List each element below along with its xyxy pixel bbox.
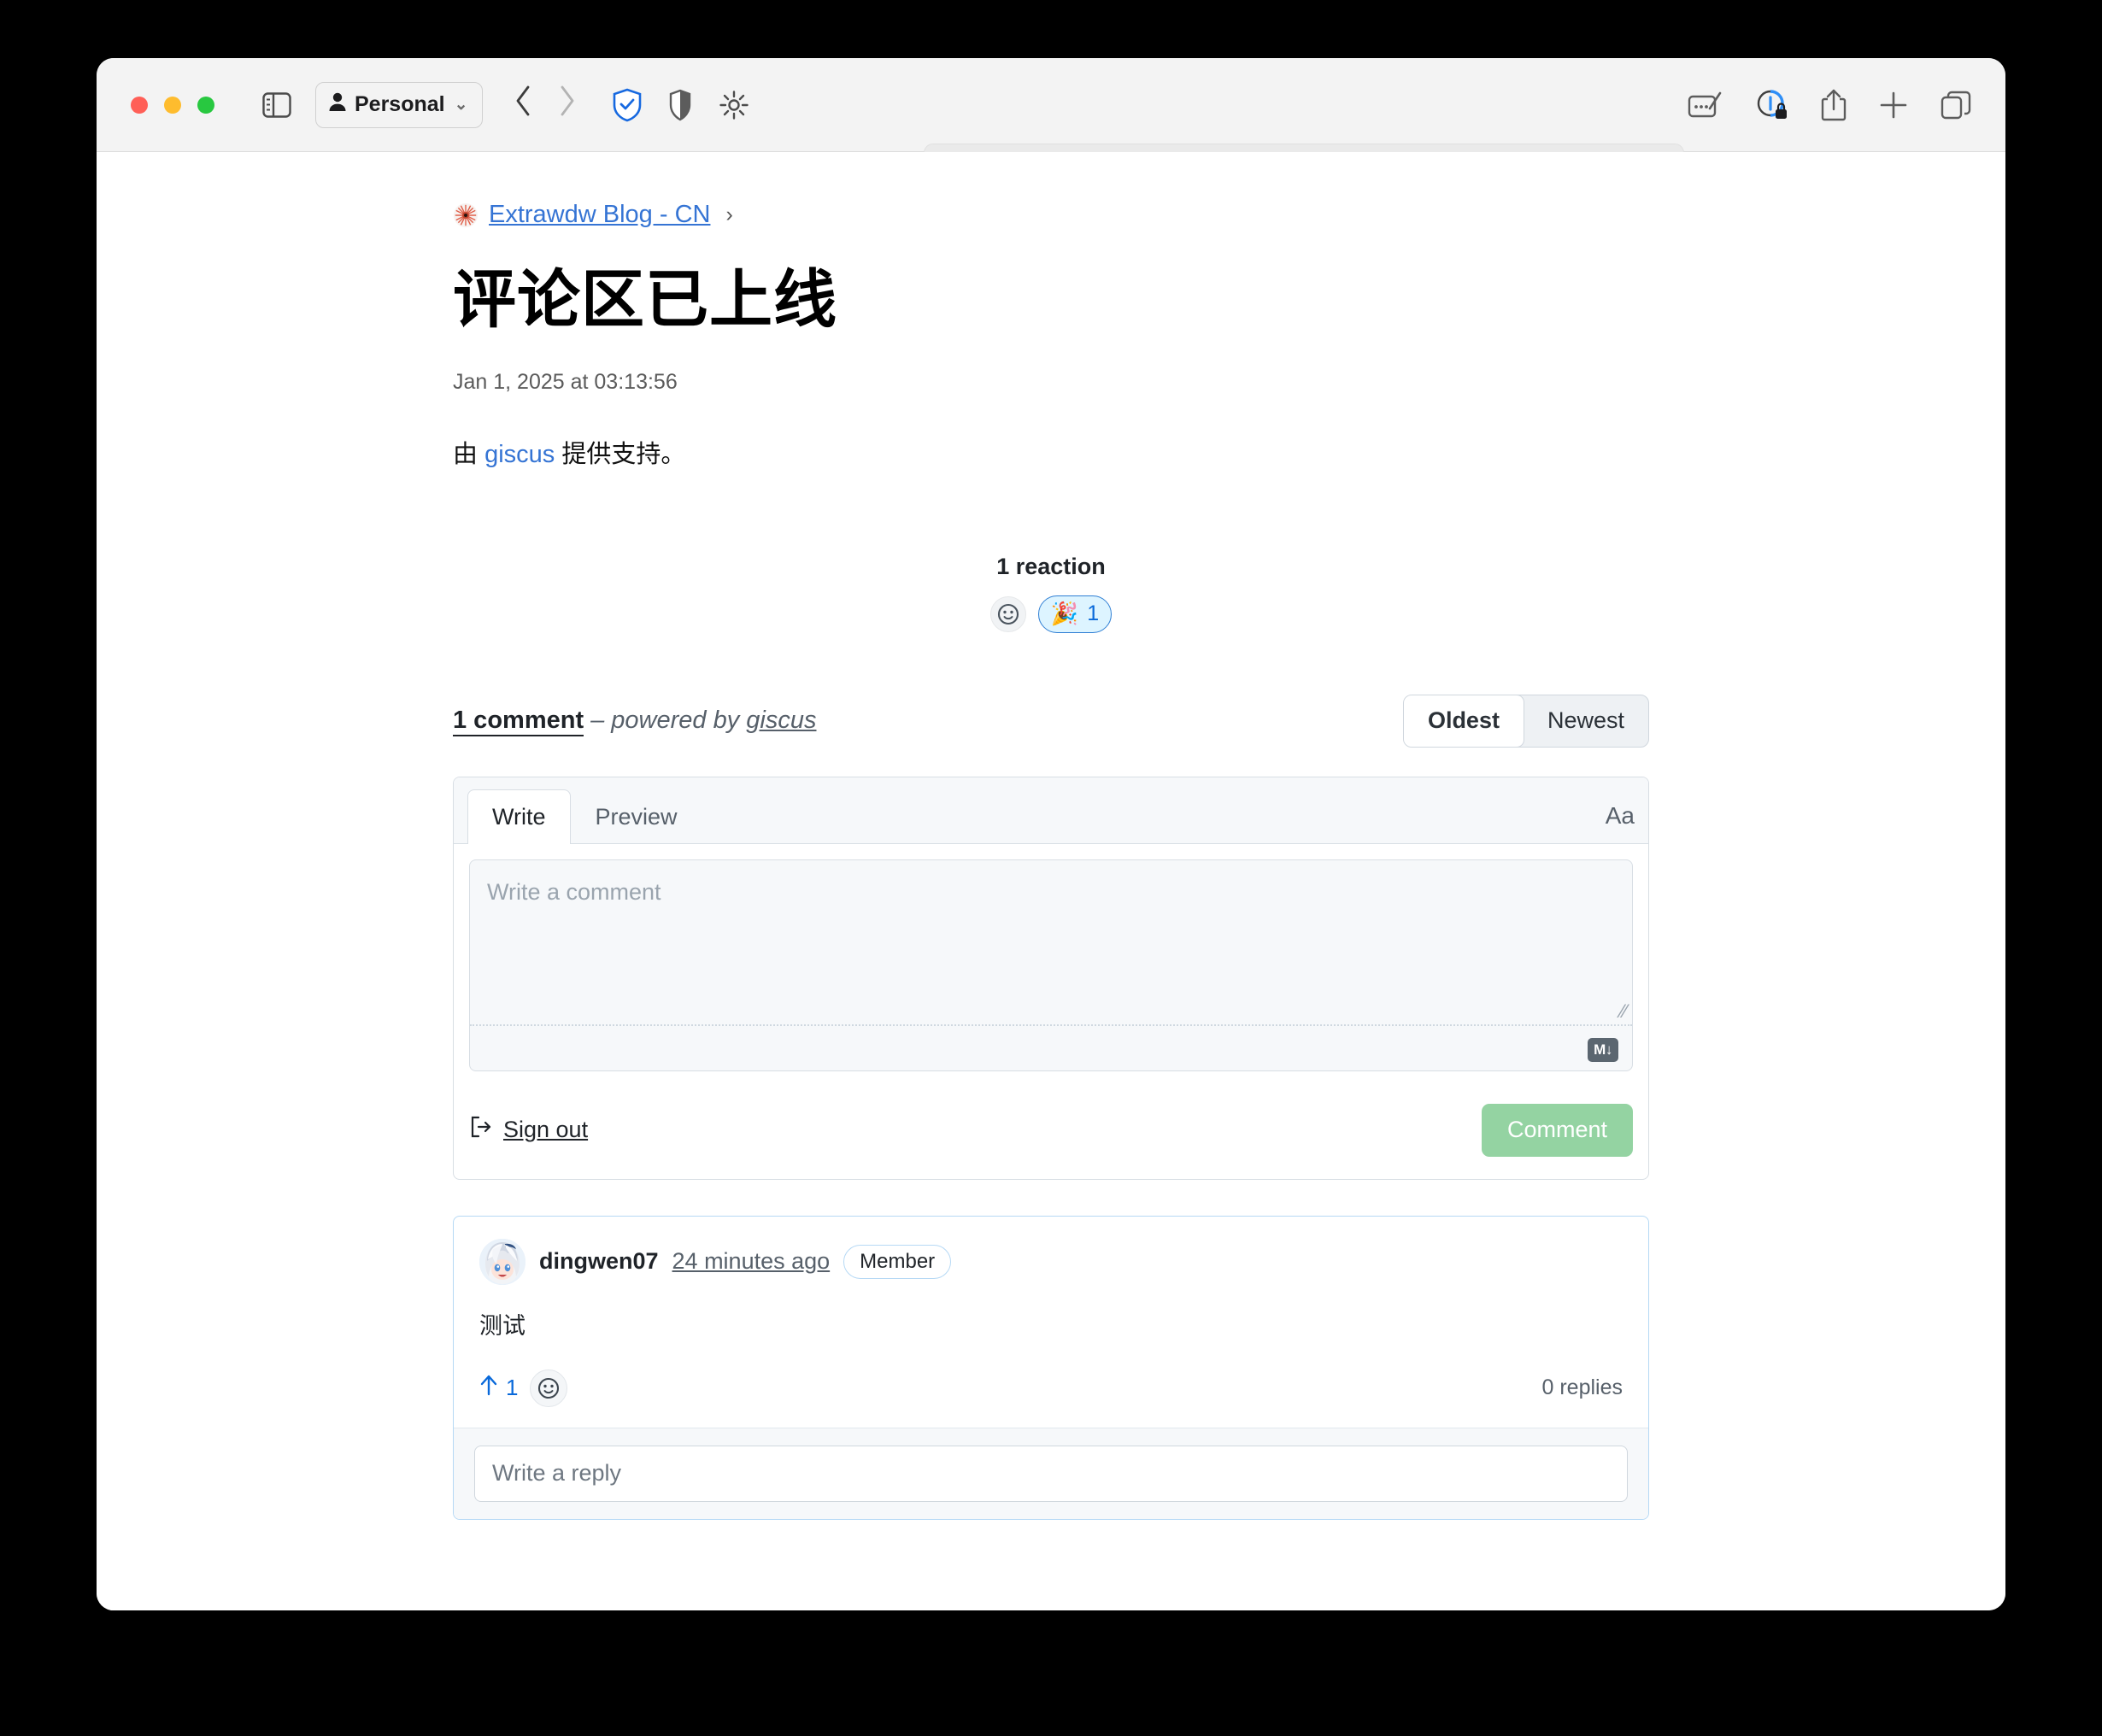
profile-switcher-button[interactable]: Personal ⌄ xyxy=(315,82,483,128)
page-content: Extrawdw Blog - CN › 评论区已上线 Jan 1, 2025 … xyxy=(453,152,1649,1520)
comment-timestamp[interactable]: 24 minutes ago xyxy=(672,1248,831,1275)
replies-count-label: 0 replies xyxy=(1542,1375,1623,1400)
reply-input[interactable]: Write a reply xyxy=(474,1446,1628,1502)
powered-suffix: 提供支持。 xyxy=(555,441,685,468)
comment-header: dingwen07 24 minutes ago Member xyxy=(479,1239,1623,1285)
sign-out-label: Sign out xyxy=(503,1117,588,1143)
back-arrow-icon[interactable] xyxy=(514,85,532,125)
upvote-button[interactable]: 1 xyxy=(479,1374,518,1402)
extension-icons xyxy=(613,88,749,122)
site-favicon-icon xyxy=(453,202,479,228)
reaction-pill-tada[interactable]: 🎉 1 xyxy=(1038,595,1112,633)
submit-comment-button[interactable]: Comment xyxy=(1482,1104,1633,1157)
tab-overview-icon[interactable] xyxy=(1941,91,1971,120)
comments-count-label[interactable]: 1 comment xyxy=(453,707,584,736)
comment-footer: 1 0 replies xyxy=(479,1369,1623,1407)
format-toolbar-toggle-button[interactable]: Aa xyxy=(1606,802,1635,843)
comment-card: dingwen07 24 minutes ago Member 测试 xyxy=(453,1216,1649,1520)
comments-header: 1 comment– powered by giscus Oldest Newe… xyxy=(453,695,1649,748)
comment-actions: 1 xyxy=(479,1369,567,1407)
comments-meta-giscus-link[interactable]: giscus xyxy=(746,707,816,734)
reaction-count-label: 1 reaction xyxy=(996,554,1106,580)
reaction-pill-count: 1 xyxy=(1087,601,1099,626)
privacy-report-lock-icon[interactable] xyxy=(1756,89,1788,121)
smiley-add-reaction-icon[interactable] xyxy=(990,596,1026,632)
upvote-count: 1 xyxy=(506,1375,518,1401)
toolbar-right-icons xyxy=(1688,58,1971,152)
comment-main: dingwen07 24 minutes ago Member 测试 xyxy=(454,1217,1648,1428)
composer-tabs: Write Preview Aa xyxy=(454,777,1648,844)
post-timestamp: Jan 1, 2025 at 03:13:56 xyxy=(453,370,1649,395)
profile-label: Personal xyxy=(355,92,445,117)
comment-textarea-placeholder: Write a comment xyxy=(487,879,661,906)
plus-icon[interactable] xyxy=(1879,91,1908,120)
resize-grip-icon[interactable]: ⁄⁄ xyxy=(1621,1002,1627,1021)
browser-window: Personal ⌄ xyxy=(97,58,2005,1610)
comments-count-block: 1 comment– powered by giscus xyxy=(453,707,816,735)
sign-out-button[interactable]: Sign out xyxy=(469,1115,588,1145)
page-title: 评论区已上线 xyxy=(453,265,1649,336)
reply-section: Write a reply xyxy=(454,1428,1648,1519)
markdown-icon[interactable]: M↓ xyxy=(1588,1038,1618,1062)
upvote-arrow-icon xyxy=(479,1374,498,1402)
breadcrumb-separator: › xyxy=(725,202,732,227)
minimize-window-button[interactable] xyxy=(164,97,181,114)
chevron-down-icon: ⌄ xyxy=(455,95,468,114)
tab-preview[interactable]: Preview xyxy=(571,789,702,844)
giscus-link[interactable]: giscus xyxy=(484,441,555,468)
person-icon xyxy=(328,91,347,118)
sort-newest-button[interactable]: Newest xyxy=(1524,695,1648,747)
forward-arrow-icon[interactable] xyxy=(558,85,577,125)
textarea-divider xyxy=(470,1024,1632,1026)
comments-meta-prefix: – powered by xyxy=(590,707,746,734)
browser-toolbar: Personal ⌄ xyxy=(97,58,2005,152)
privacy-shield-icon[interactable] xyxy=(669,89,691,121)
composer-body: Write a comment ⁄⁄ M↓ xyxy=(454,844,1648,1087)
comment-author[interactable]: dingwen07 xyxy=(539,1248,659,1275)
avatar[interactable] xyxy=(479,1239,526,1285)
comment-add-reaction-icon[interactable] xyxy=(530,1369,567,1407)
window-controls xyxy=(131,97,214,114)
markup-icon[interactable] xyxy=(1688,91,1723,120)
comments-meta: – powered by giscus xyxy=(590,707,816,734)
breadcrumb-site-link[interactable]: Extrawdw Blog - CN xyxy=(489,201,710,229)
reactions-section: 1 reaction 🎉 1 xyxy=(453,554,1649,633)
gear-icon[interactable] xyxy=(719,90,749,120)
page-viewport: Extrawdw Blog - CN › 评论区已上线 Jan 1, 2025 … xyxy=(97,152,2005,1610)
sort-oldest-button[interactable]: Oldest xyxy=(1403,695,1524,748)
breadcrumb: Extrawdw Blog - CN › xyxy=(453,201,1649,229)
share-icon[interactable] xyxy=(1821,89,1847,121)
tab-write[interactable]: Write xyxy=(467,789,571,844)
tada-emoji-icon: 🎉 xyxy=(1051,601,1078,627)
navigation-arrows xyxy=(514,85,577,125)
sort-toggle: Oldest Newest xyxy=(1403,695,1649,748)
comment-body: 测试 xyxy=(479,1307,1623,1340)
powered-by-line: 由 giscus 提供支持。 xyxy=(453,434,1649,470)
member-badge: Member xyxy=(843,1245,951,1279)
reaction-buttons-row: 🎉 1 xyxy=(990,595,1112,633)
close-window-button[interactable] xyxy=(131,97,148,114)
sidebar-toggle-icon[interactable] xyxy=(262,92,291,118)
comment-textarea[interactable]: Write a comment ⁄⁄ M↓ xyxy=(469,859,1633,1071)
adblock-shield-icon[interactable] xyxy=(613,88,642,122)
comment-composer: Write Preview Aa Write a comment ⁄⁄ M↓ xyxy=(453,777,1649,1180)
sign-out-icon xyxy=(469,1115,493,1145)
maximize-window-button[interactable] xyxy=(197,97,214,114)
composer-footer: Sign out Comment xyxy=(454,1087,1648,1179)
powered-prefix: 由 xyxy=(453,441,484,468)
